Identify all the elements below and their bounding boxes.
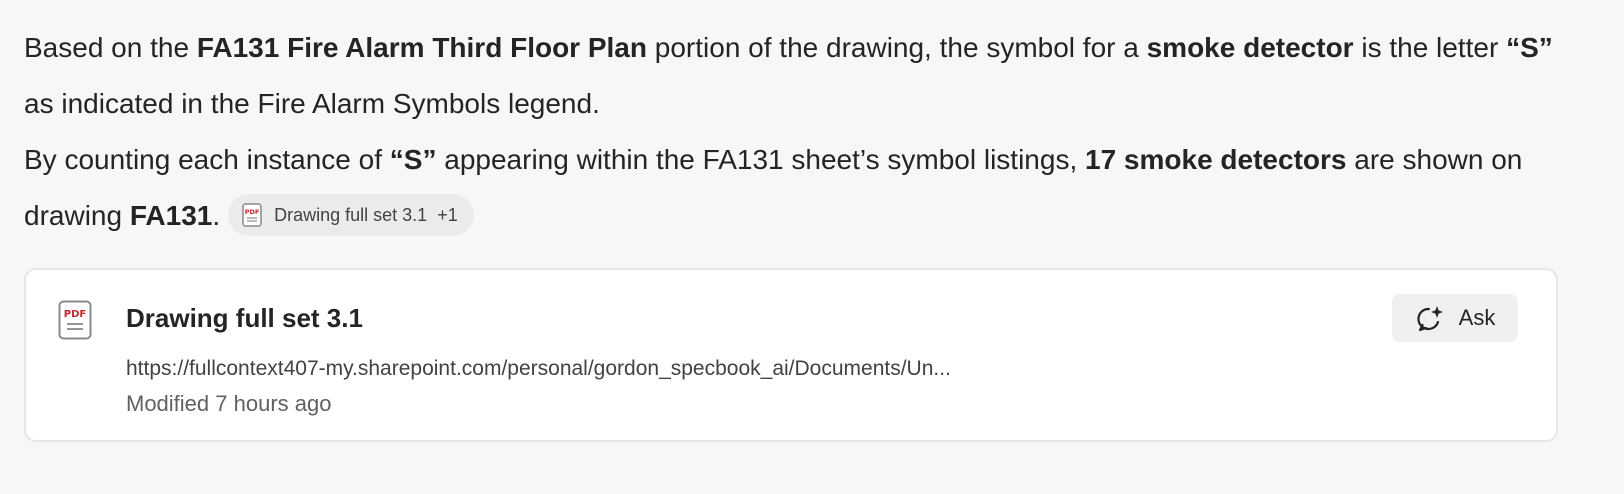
sparkle-chat-icon — [1417, 306, 1443, 332]
reference-url[interactable]: https://fullcontext407-my.sharepoint.com… — [126, 354, 951, 384]
bold-segment: FA131 — [129, 200, 213, 231]
answer-paragraph-1: Based on the FA131 Fire Alarm Third Floo… — [24, 20, 1584, 132]
citation-extra-count: +1 — [437, 204, 458, 225]
citation-label: Drawing full set 3.1 — [274, 204, 428, 225]
reference-card[interactable]: PDF Drawing full set 3.1 https://fullcon… — [24, 268, 1558, 442]
answer-paragraph-2: By counting each instance of “S” appeari… — [24, 132, 1584, 244]
answer-text: Based on the FA131 Fire Alarm Third Floo… — [24, 20, 1584, 244]
text-segment: Based on the — [24, 32, 197, 63]
text-segment: . — [212, 200, 221, 231]
text-segment: is the letter — [1353, 32, 1507, 63]
ask-button-label: Ask — [1458, 305, 1496, 330]
citation-chip[interactable]: PDF Drawing full set 3.1 +1 — [228, 193, 474, 236]
text-segment: By counting each instance of — [24, 144, 390, 175]
text-segment: appearing within the FA131 sheet’s symbo… — [436, 144, 1085, 175]
bold-segment: “S” — [389, 144, 437, 175]
svg-text:PDF: PDF — [64, 309, 86, 320]
ask-button[interactable]: Ask — [1392, 294, 1518, 342]
text-segment: portion of the drawing, the symbol for a — [647, 32, 1147, 63]
reference-title[interactable]: Drawing full set 3.1 — [126, 298, 363, 338]
bold-segment: FA131 Fire Alarm Third Floor Plan — [196, 32, 647, 63]
svg-text:PDF: PDF — [245, 208, 260, 216]
bold-segment: 17 smoke detectors — [1085, 144, 1347, 175]
reference-modified: Modified 7 hours ago — [126, 391, 332, 416]
pdf-file-icon: PDF — [242, 202, 262, 227]
bold-segment: smoke detector — [1146, 32, 1354, 63]
text-segment: as indicated in the Fire Alarm Symbols l… — [24, 88, 600, 119]
pdf-file-icon: PDF — [58, 300, 92, 340]
bold-segment: “S” — [1506, 32, 1553, 63]
